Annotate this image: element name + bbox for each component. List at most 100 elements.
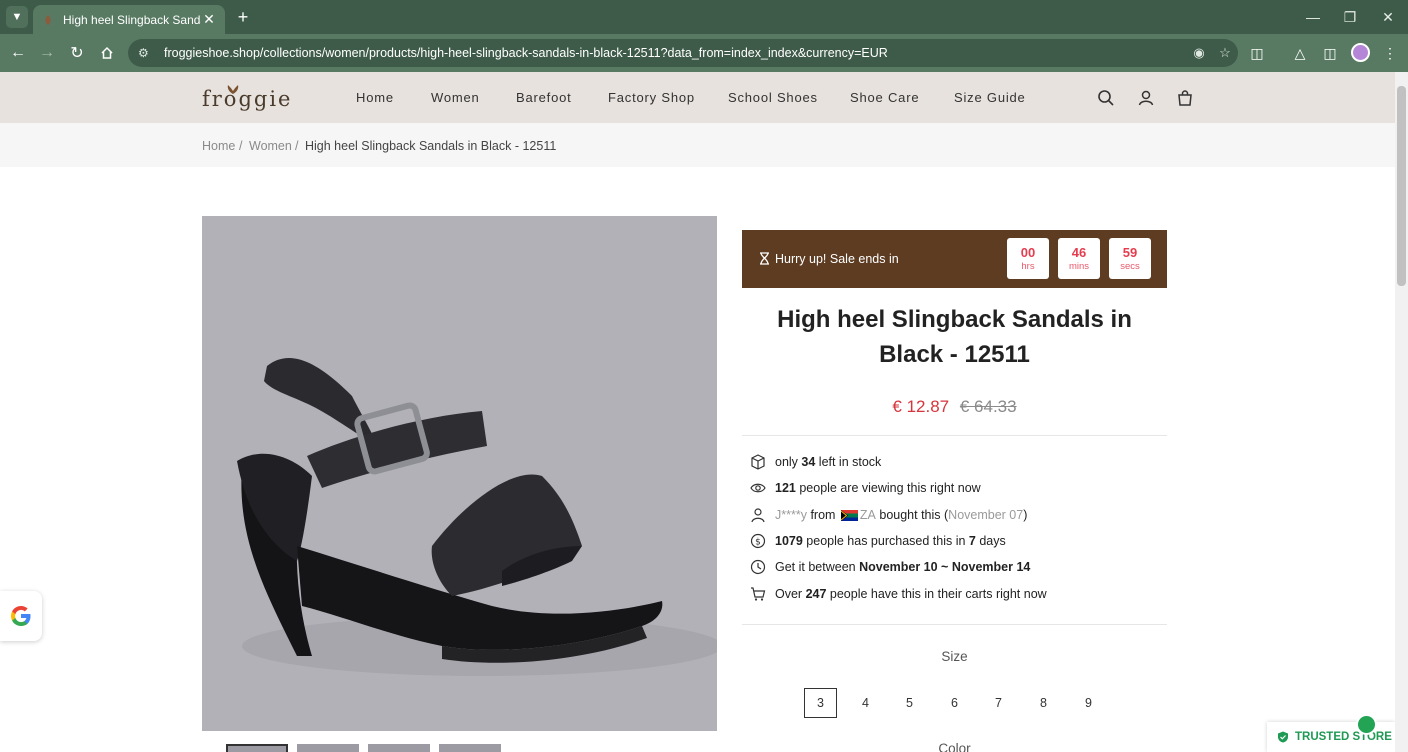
breadcrumb-current: High heel Slingback Sandals in Black - 1…: [305, 139, 557, 153]
nav-women[interactable]: Women: [431, 90, 480, 105]
clock-icon: [750, 559, 766, 575]
product-thumbnail[interactable]: [226, 744, 288, 752]
box-icon: [751, 454, 765, 470]
nav-school-shoes[interactable]: School Shoes: [728, 90, 818, 105]
new-tab-button[interactable]: +: [232, 6, 254, 28]
account-icon[interactable]: [1136, 88, 1156, 108]
nav-factory-shop[interactable]: Factory Shop: [608, 90, 695, 105]
divider: [742, 624, 1167, 625]
purchased-text: people has purchased this in: [802, 534, 969, 548]
hourglass-icon: [760, 252, 769, 265]
trusted-store-label: TRUSTED STORE: [1295, 731, 1392, 743]
breadcrumb: Home / Women / High heel Slingback Sanda…: [0, 123, 1395, 167]
carts-text: people have this in their carts right no…: [826, 587, 1047, 601]
product-title: High heel Slingback Sandals in Black - 1…: [777, 306, 1132, 368]
eye-off-icon[interactable]: ◉: [1186, 45, 1212, 61]
dollar-circle-icon: $: [750, 533, 766, 549]
labs-icon[interactable]: △: [1289, 42, 1311, 64]
delivery-range: November 10 ~ November 14: [859, 560, 1031, 574]
logo-leaf-icon: [227, 85, 239, 94]
browser-tab-active[interactable]: High heel Slingback Sandals in ✕: [33, 5, 225, 34]
svg-text:$: $: [755, 538, 761, 548]
extensions-icon[interactable]: ◫: [1246, 42, 1268, 64]
froggie-favicon-icon: [45, 14, 51, 25]
recent-buyer-info: J****y from ZA bought this (November 07): [749, 506, 1027, 524]
size-label: Size: [941, 649, 968, 664]
sale-price: € 12.87: [892, 397, 950, 416]
sandal-illustration: [202, 216, 717, 731]
countdown-hours-unit: hrs: [1021, 261, 1035, 272]
search-icon[interactable]: [1096, 88, 1116, 108]
side-panel-icon[interactable]: ◫: [1319, 42, 1341, 64]
close-window-button[interactable]: ✕: [1377, 6, 1399, 28]
size-option-8[interactable]: 8: [1027, 688, 1060, 718]
bookmark-star-icon[interactable]: ☆: [1212, 45, 1238, 61]
carts-count: 247: [805, 587, 827, 601]
tab-close-icon[interactable]: ✕: [201, 11, 217, 28]
viewing-count: 121: [775, 481, 796, 495]
nav-home[interactable]: Home: [356, 90, 394, 105]
delivery-text: Get it between: [775, 560, 860, 574]
tab-search-button[interactable]: ▼: [6, 6, 28, 28]
site-info-icon[interactable]: ⚙: [138, 46, 156, 60]
purchased-days: 7: [968, 534, 976, 548]
purchased-text: days: [975, 534, 1006, 548]
breadcrumb-women[interactable]: Women: [249, 139, 292, 153]
size-option-7[interactable]: 7: [982, 688, 1015, 718]
product-thumbnail[interactable]: [439, 744, 501, 752]
reload-button[interactable]: ↻: [65, 41, 89, 65]
minimize-window-button[interactable]: —: [1302, 6, 1324, 28]
menu-kebab-icon[interactable]: ⋮: [1379, 42, 1401, 64]
stock-text: only: [775, 455, 802, 469]
size-option-3[interactable]: 3: [804, 688, 837, 718]
forward-button[interactable]: →: [35, 41, 59, 65]
site-logo[interactable]: froggie: [202, 87, 292, 111]
south-africa-flag-icon: [840, 509, 858, 521]
nav-barefoot[interactable]: Barefoot: [516, 90, 572, 105]
address-bar[interactable]: ⚙ froggieshoe.shop/collections/women/pro…: [128, 39, 1238, 67]
delivery-info: Get it between November 10 ~ November 14: [749, 558, 1030, 576]
buyer-name: J****y: [775, 508, 807, 522]
product-thumbnail[interactable]: [368, 744, 430, 752]
restore-window-button[interactable]: ❐: [1339, 6, 1361, 28]
carts-info: Over 247 people have this in their carts…: [749, 585, 1047, 603]
google-g-icon: [11, 606, 31, 626]
home-icon: [101, 46, 113, 59]
tab-title: High heel Slingback Sandals in: [63, 12, 201, 27]
countdown-mins-unit: mins: [1068, 261, 1090, 272]
eye-icon: [750, 483, 766, 493]
countdown-secs: 59 secs: [1109, 238, 1151, 279]
breadcrumb-separator: /: [239, 139, 243, 153]
carts-text: Over: [775, 587, 806, 601]
product-main-image[interactable]: [202, 216, 717, 731]
cart-bag-icon[interactable]: [1175, 88, 1195, 108]
address-url[interactable]: froggieshoe.shop/collections/women/produ…: [164, 46, 1186, 60]
color-label: Color: [938, 741, 971, 752]
breadcrumb-separator: /: [295, 139, 299, 153]
breadcrumb-home[interactable]: Home: [202, 139, 235, 153]
buyer-text: ): [1023, 508, 1028, 522]
back-button[interactable]: ←: [6, 41, 30, 65]
size-option-9[interactable]: 9: [1072, 688, 1105, 718]
countdown-secs-unit: secs: [1120, 261, 1140, 272]
buyer-date: November 07: [948, 508, 1024, 522]
person-icon: [751, 508, 765, 523]
nav-shoe-care[interactable]: Shoe Care: [850, 90, 919, 105]
size-option-6[interactable]: 6: [938, 688, 971, 718]
countdown-hours: 00 hrs: [1007, 238, 1049, 279]
profile-avatar[interactable]: [1351, 43, 1370, 62]
divider: [742, 435, 1167, 436]
original-price: € 64.33: [959, 397, 1017, 416]
home-button[interactable]: [95, 41, 119, 65]
trusted-store-seal-icon: [1356, 714, 1377, 735]
scrollbar-thumb[interactable]: [1397, 86, 1406, 286]
shield-check-icon: [1278, 731, 1288, 743]
product-thumbnail[interactable]: [297, 744, 359, 752]
countdown-hours-value: 00: [1020, 245, 1036, 260]
viewing-text: people are viewing this right now: [795, 481, 981, 495]
size-option-5[interactable]: 5: [893, 688, 926, 718]
countdown-mins-value: 46: [1071, 245, 1087, 260]
google-reviews-widget[interactable]: [0, 591, 42, 641]
size-option-4[interactable]: 4: [849, 688, 882, 718]
nav-size-guide[interactable]: Size Guide: [954, 90, 1026, 105]
